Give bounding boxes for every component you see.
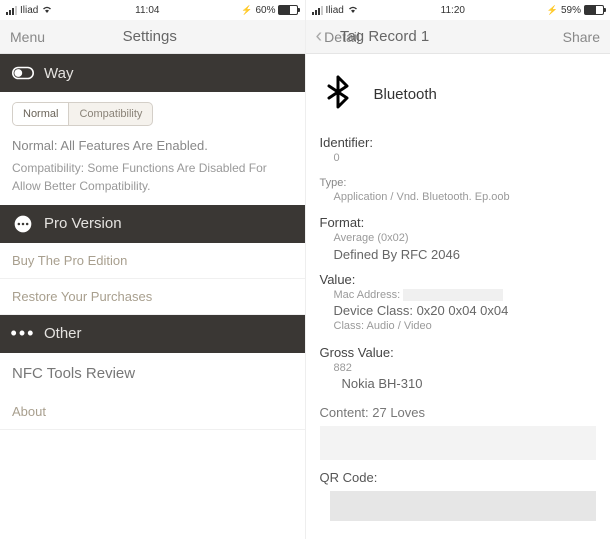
mac-redacted [403, 289, 503, 301]
carrier-label: Iliad [326, 5, 344, 16]
gross-label: Gross Value: [320, 345, 597, 360]
clock: 11:20 [441, 5, 465, 16]
desc-compat: Compatibility: Some Functions Are Disabl… [12, 159, 293, 195]
nav-bar: ‹Detail Tag Record 1 Share [306, 20, 610, 54]
section-pro-label: Pro Version [44, 215, 122, 232]
wifi-icon [41, 4, 53, 16]
charging-icon: ⚡ [547, 5, 558, 16]
clock: 11:04 [135, 5, 159, 16]
seg-compat[interactable]: Compatibility [68, 103, 152, 125]
content-label: Content: 27 Loves [320, 405, 597, 420]
value-mac: Mac Address: [334, 287, 597, 304]
type-value: Application / Vnd. Bluetooth. Ep.oob [334, 189, 597, 206]
buy-pro-row[interactable]: Buy The Pro Edition [0, 243, 305, 279]
type-label: Type: [320, 177, 597, 189]
content-box [320, 426, 597, 460]
seg-normal[interactable]: Normal [13, 103, 68, 125]
battery-percent: 60% [255, 5, 275, 16]
section-way: Way [0, 54, 305, 92]
carrier-label: Iliad [20, 5, 38, 16]
identifier-label: Identifier: [320, 135, 597, 150]
value-label: Value: [320, 272, 597, 287]
detail-screen: Iliad 11:20 ⚡ 59% ‹Detail Tag Record 1 S… [306, 0, 610, 539]
battery-icon [278, 5, 298, 15]
desc-normal: Normal: All Features Are Enabled. [12, 136, 293, 156]
share-button[interactable]: Share [563, 29, 600, 45]
value-devclass: Device Class: 0x20 0x04 0x04 [334, 303, 597, 318]
battery-icon [584, 5, 604, 15]
mode-segmented[interactable]: Normal Compatibility [12, 102, 153, 126]
status-bar: Iliad 11:04 ⚡ 60% [0, 0, 305, 20]
comment-icon [12, 213, 34, 235]
bluetooth-header: Bluetooth [320, 62, 597, 127]
section-pro: Pro Version [0, 205, 305, 243]
about-row[interactable]: About [0, 394, 305, 430]
chevron-left-icon: ‹ [316, 25, 323, 47]
nav-bar: Menu Settings [0, 20, 305, 54]
restore-row[interactable]: Restore Your Purchases [0, 279, 305, 315]
status-bar: Iliad 11:20 ⚡ 59% [306, 0, 610, 20]
page-title: Tag Record 1 [340, 28, 563, 45]
page-title: Settings [45, 28, 254, 45]
format-label: Format: [320, 215, 597, 230]
qr-box [330, 491, 597, 521]
bluetooth-icon [320, 74, 356, 115]
value-class: Class: Audio / Video [334, 318, 597, 335]
format-line2: Defined By RFC 2046 [334, 247, 597, 262]
identifier-value: 0 [334, 150, 597, 167]
charging-icon: ⚡ [241, 5, 252, 16]
qr-label: QR Code: [320, 470, 597, 485]
section-other: ••• Other [0, 315, 305, 353]
review-row[interactable]: NFC Tools Review [0, 353, 305, 394]
signal-icon [312, 6, 323, 15]
menu-button[interactable]: Menu [10, 29, 45, 45]
settings-screen: Iliad 11:04 ⚡ 60% Menu Settings Way Norm… [0, 0, 306, 539]
toggle-icon [12, 62, 34, 84]
section-other-label: Other [44, 325, 82, 342]
gross-line1: 882 [334, 360, 597, 377]
gross-line2: Nokia BH-310 [342, 376, 597, 391]
mode-description: Normal: All Features Are Enabled. Compat… [0, 136, 305, 205]
signal-icon [6, 6, 17, 15]
section-way-label: Way [44, 65, 73, 82]
battery-percent: 59% [561, 5, 581, 16]
bluetooth-title: Bluetooth [374, 86, 437, 103]
wifi-icon [347, 4, 359, 16]
dots-icon: ••• [12, 323, 34, 345]
format-line1: Average (0x02) [334, 230, 597, 247]
